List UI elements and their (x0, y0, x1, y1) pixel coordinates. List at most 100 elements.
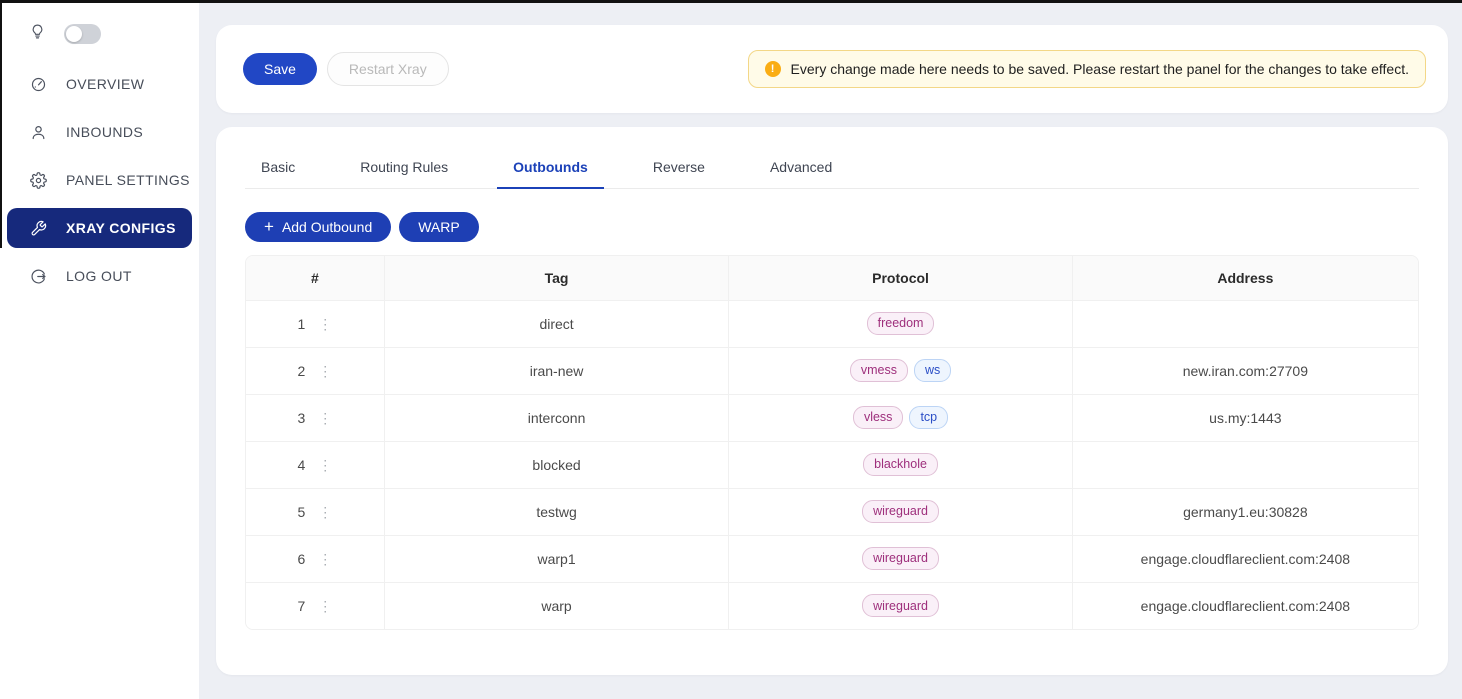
tab-routing-rules[interactable]: Routing Rules (344, 153, 464, 188)
address-cell: us.my:1443 (1072, 394, 1418, 441)
outbounds-table: #TagProtocolAddress 1⋮directfreedom2⋮ira… (246, 256, 1418, 629)
protocol-cell: wireguard (729, 535, 1072, 582)
logout-icon (29, 267, 47, 285)
column-header-address: Address (1072, 256, 1418, 300)
address-cell: new.iran.com:27709 (1072, 347, 1418, 394)
theme-toggle[interactable] (64, 24, 101, 44)
row-menu-icon[interactable]: ⋮ (318, 599, 332, 613)
table-row: 7⋮warpwireguardengage.cloudflareclient.c… (246, 582, 1418, 629)
tab-outbounds[interactable]: Outbounds (497, 153, 604, 188)
address-cell (1072, 300, 1418, 347)
protocol-badge-tcp: tcp (909, 406, 948, 429)
gear-icon (29, 171, 47, 189)
screen-edge-left (0, 0, 2, 248)
row-number-cell: 2⋮ (246, 347, 384, 394)
address-cell: engage.cloudflareclient.com:2408 (1072, 582, 1418, 629)
table-row: 1⋮directfreedom (246, 300, 1418, 347)
tag-cell: warp1 (384, 535, 729, 582)
warp-label: WARP (418, 219, 459, 235)
sidebar-item-inbounds[interactable]: INBOUNDS (0, 108, 199, 156)
sidebar-item-label: INBOUNDS (66, 124, 143, 140)
row-number: 1 (297, 316, 305, 332)
outbounds-table-wrapper: #TagProtocolAddress 1⋮directfreedom2⋮ira… (245, 255, 1419, 630)
sidebar-item-label: PANEL SETTINGS (66, 172, 190, 188)
tag-cell: iran-new (384, 347, 729, 394)
tab-reverse[interactable]: Reverse (637, 153, 721, 188)
row-number: 3 (297, 410, 305, 426)
table-row: 6⋮warp1wireguardengage.cloudflareclient.… (246, 535, 1418, 582)
screen-edge-top (0, 0, 1462, 3)
warning-icon: ! (765, 61, 781, 77)
config-tabs: Basic Routing Rules Outbounds Reverse Advanc… (245, 153, 1419, 189)
tab-advanced[interactable]: Advanced (754, 153, 848, 188)
row-number-cell: 1⋮ (246, 300, 384, 347)
column-header-: # (246, 256, 384, 300)
row-number: 2 (297, 363, 305, 379)
sidebar-item-label: XRAY CONFIGS (66, 220, 176, 236)
protocol-badge-freedom: freedom (867, 312, 935, 335)
row-menu-icon[interactable]: ⋮ (318, 505, 332, 519)
sidebar-item-log-out[interactable]: LOG OUT (0, 252, 199, 300)
dashboard-icon (29, 75, 47, 93)
protocol-cell: vmessws (729, 347, 1072, 394)
tab-basic[interactable]: Basic (245, 153, 311, 188)
main-content: Save Restart Xray ! Every change made he… (199, 0, 1462, 699)
column-header-protocol: Protocol (729, 256, 1072, 300)
toolbar-buttons: Save Restart Xray (243, 52, 449, 86)
sidebar-item-label: LOG OUT (66, 268, 132, 284)
table-row: 5⋮testwgwireguardgermany1.eu:30828 (246, 488, 1418, 535)
address-cell: engage.cloudflareclient.com:2408 (1072, 535, 1418, 582)
table-row: 4⋮blocked blackhole (246, 441, 1418, 488)
sidebar-item-panel-settings[interactable]: PANEL SETTINGS (0, 156, 199, 204)
protocol-badge-vless: vless (853, 406, 903, 429)
row-number-cell: 7⋮ (246, 582, 384, 629)
protocol-badge-vmess: vmess (850, 359, 908, 382)
table-row: 2⋮iran-newvmesswsnew.iran.com:27709 (246, 347, 1418, 394)
add-outbound-label: Add Outbound (282, 219, 372, 235)
address-cell: germany1.eu:30828 (1072, 488, 1418, 535)
table-body: 1⋮directfreedom2⋮iran-newvmesswsnew.iran… (246, 300, 1418, 629)
save-button[interactable]: Save (243, 53, 317, 85)
sidebar-nav: OVERVIEW INBOUNDS PANEL SETTINGS XRAY CONFI… (0, 60, 199, 300)
row-number: 6 (297, 551, 305, 567)
plus-icon: + (264, 218, 274, 235)
sidebar: OVERVIEW INBOUNDS PANEL SETTINGS XRAY CONFI… (0, 0, 199, 699)
address-cell (1072, 441, 1418, 488)
add-outbound-button[interactable]: + Add Outbound (245, 212, 391, 242)
protocol-cell: freedom (729, 300, 1072, 347)
outbound-actions: + Add Outbound WARP (245, 212, 1419, 242)
row-number-cell: 6⋮ (246, 535, 384, 582)
protocol-cell: blackhole (729, 441, 1072, 488)
row-number-cell: 4⋮ (246, 441, 384, 488)
table-header-row: #TagProtocolAddress (246, 256, 1418, 300)
protocol-badge-wireguard: wireguard (862, 500, 939, 523)
row-menu-icon[interactable]: ⋮ (318, 411, 332, 425)
protocol-badge-blackhole: blackhole (863, 453, 938, 476)
tag-cell: warp (384, 582, 729, 629)
restart-xray-button[interactable]: Restart Xray (327, 52, 449, 86)
tag-cell: blocked (384, 441, 729, 488)
protocol-cell: wireguard (729, 582, 1072, 629)
row-number: 5 (297, 504, 305, 520)
lightbulb-icon (29, 23, 46, 45)
protocol-badge-wireguard: wireguard (862, 547, 939, 570)
column-header-tag: Tag (384, 256, 729, 300)
row-number: 7 (297, 598, 305, 614)
row-menu-icon[interactable]: ⋮ (318, 364, 332, 378)
sidebar-item-overview[interactable]: OVERVIEW (0, 60, 199, 108)
row-menu-icon[interactable]: ⋮ (318, 552, 332, 566)
row-menu-icon[interactable]: ⋮ (318, 458, 332, 472)
tag-cell: direct (384, 300, 729, 347)
warp-button[interactable]: WARP (399, 212, 478, 242)
row-number-cell: 5⋮ (246, 488, 384, 535)
user-icon (29, 123, 47, 141)
wrench-icon (29, 219, 47, 237)
sidebar-item-xray-configs[interactable]: XRAY CONFIGS (7, 208, 192, 248)
table-row: 3 ⋮ interconn vless tcp us.my:1443 (246, 394, 1418, 441)
theme-toggle-row (0, 12, 199, 56)
toggle-knob (66, 26, 82, 42)
protocol-badge-wireguard: wireguard (862, 594, 939, 617)
row-menu-icon[interactable]: ⋮ (318, 317, 332, 331)
tag-cell: interconn (384, 394, 729, 441)
warning-text: Every change made here needs to be saved… (791, 61, 1409, 77)
